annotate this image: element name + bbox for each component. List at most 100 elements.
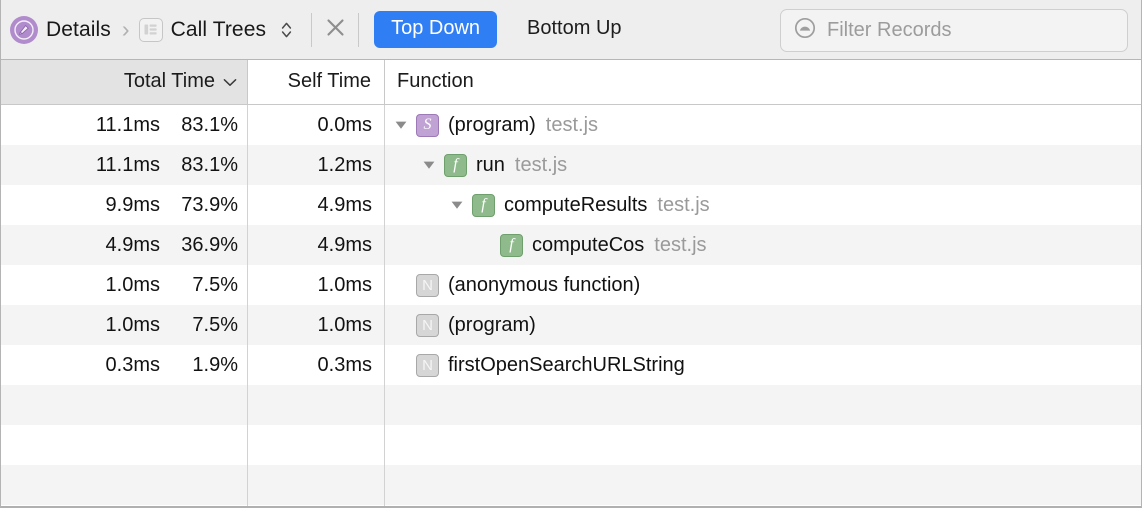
view-mode-segmented-control: Top Down Bottom Up — [374, 11, 638, 48]
filter-circle-icon[interactable] — [794, 17, 816, 44]
cell-self-time: 1.0ms — [248, 305, 385, 345]
toolbar: Details › Call Trees Top Down Bottom Up … — [1, 0, 1141, 60]
cell-self-time: 0.3ms — [248, 345, 385, 385]
total-time-percent: 83.1% — [181, 153, 238, 176]
breadcrumb-item-details[interactable]: Details — [10, 15, 111, 44]
breadcrumb-call-trees-label: Call Trees — [170, 17, 267, 41]
breadcrumb-item-call-trees[interactable]: Call Trees — [138, 17, 293, 42]
tab-top-down[interactable]: Top Down — [374, 11, 498, 48]
cell-total-time-empty — [1, 425, 248, 465]
table-row[interactable]: 4.9ms 36.9% 4.9ms f computeCos test.js — [1, 225, 1141, 265]
function-type-n-icon: N — [416, 273, 439, 297]
cell-self-time: 4.9ms — [248, 185, 385, 225]
cell-self-time-empty — [248, 385, 385, 425]
total-time-value: 11.1ms — [95, 153, 160, 176]
total-time-value: 1.0ms — [105, 273, 160, 296]
function-name: (program) — [448, 313, 536, 336]
column-header-self-time-label: Self Time — [287, 69, 371, 92]
total-time-percent: 1.9% — [192, 353, 238, 376]
column-header-self-time[interactable]: Self Time — [248, 60, 385, 104]
function-type-n-icon: N — [416, 313, 439, 337]
total-time-percent: 73.9% — [181, 193, 238, 216]
table-row[interactable]: 1.0ms 7.5% 1.0ms N (program) — [1, 305, 1141, 345]
function-type-f-icon: f — [472, 193, 495, 217]
cell-function-empty — [385, 385, 1141, 425]
cell-function: NfirstOpenSearchURLString — [385, 345, 1141, 385]
up-down-chevron-icon[interactable] — [281, 20, 292, 40]
total-time-value: 1.0ms — [105, 313, 160, 336]
breadcrumb-separator: › — [121, 16, 130, 42]
cell-total-time: 9.9ms 73.9% — [1, 185, 248, 225]
cell-self-time: 4.9ms — [248, 225, 385, 265]
cell-self-time-empty — [248, 425, 385, 465]
call-tree-table: Total Time Self Time Function 11.1ms 83.1… — [1, 60, 1141, 506]
cell-function: S (program) test.js — [385, 105, 1141, 145]
close-button[interactable] — [312, 0, 358, 60]
function-source-file: test.js — [514, 153, 568, 176]
cell-total-time-empty — [1, 385, 248, 425]
total-time-value: 4.9ms — [105, 233, 160, 256]
function-name: computeResults — [504, 193, 648, 216]
column-header-function[interactable]: Function — [385, 60, 1141, 104]
filter-records-field[interactable]: Filter Records — [780, 9, 1128, 52]
total-time-percent: 7.5% — [192, 273, 238, 296]
filter-placeholder-text: Filter Records — [827, 19, 952, 41]
disclosure-triangle-expanded-icon[interactable] — [421, 157, 437, 173]
function-name: (anonymous function) — [448, 273, 641, 296]
table-header-row: Total Time Self Time Function — [1, 60, 1141, 105]
function-type-s-icon: S — [416, 113, 439, 137]
list-layout-icon — [138, 17, 163, 42]
breadcrumb-details-label: Details — [46, 17, 111, 41]
profile-disc-icon — [10, 15, 38, 44]
table-row[interactable]: 1.0ms 7.5% 1.0ms N (anonymous function) — [1, 265, 1141, 305]
cell-self-time-empty — [248, 465, 385, 505]
cell-function-empty — [385, 465, 1141, 505]
disclosure-triangle-expanded-icon[interactable] — [393, 117, 409, 133]
column-header-total-time-label: Total Time — [123, 69, 215, 92]
table-row[interactable]: 11.1ms 83.1% 1.2ms f run test.js — [1, 145, 1141, 185]
cell-total-time: 4.9ms 36.9% — [1, 225, 248, 265]
cell-self-time: 1.2ms — [248, 145, 385, 185]
cell-self-time: 0.0ms — [248, 105, 385, 145]
function-source-file: test.js — [545, 113, 599, 136]
cell-function-empty — [385, 425, 1141, 465]
table-body: 11.1ms 83.1% 0.0ms S (program) test.js 11.1ms 8… — [1, 105, 1141, 506]
total-time-percent: 7.5% — [192, 313, 238, 336]
table-empty-row — [1, 425, 1141, 465]
column-header-function-label: Function — [397, 69, 474, 92]
table-row[interactable]: 9.9ms 73.9% 4.9ms f computeResults test.js — [1, 185, 1141, 225]
table-row[interactable]: 0.3ms 1.9% 0.3ms NfirstOpenSearchURLString — [1, 345, 1141, 385]
cell-function: f run test.js — [385, 145, 1141, 185]
cell-function: f computeCos test.js — [385, 225, 1141, 265]
total-time-value: 9.9ms — [105, 193, 160, 216]
function-type-f-icon: f — [444, 153, 467, 177]
cell-total-time-empty — [1, 465, 248, 505]
function-type-f-icon: f — [500, 233, 523, 257]
toolbar-divider-right — [358, 12, 360, 47]
table-empty-row — [1, 465, 1141, 505]
function-name: computeCos — [532, 233, 645, 256]
table-empty-row — [1, 385, 1141, 425]
cell-total-time: 1.0ms 7.5% — [1, 265, 248, 305]
cell-self-time: 1.0ms — [248, 265, 385, 305]
close-icon — [326, 18, 345, 42]
cell-total-time: 1.0ms 7.5% — [1, 305, 248, 345]
function-source-file: test.js — [657, 193, 710, 216]
cell-total-time: 11.1ms 83.1% — [1, 105, 248, 145]
cell-function: N (anonymous function) — [385, 265, 1141, 305]
function-type-n-icon: N — [416, 353, 439, 377]
total-time-value: 11.1ms — [95, 113, 160, 136]
column-header-total-time[interactable]: Total Time — [1, 60, 248, 104]
disclosure-triangle-expanded-icon[interactable] — [449, 197, 465, 213]
function-name: run — [476, 153, 505, 176]
cell-total-time: 11.1ms 83.1% — [1, 145, 248, 185]
table-row[interactable]: 11.1ms 83.1% 0.0ms S (program) test.js — [1, 105, 1141, 145]
cell-function: N (program) — [385, 305, 1141, 345]
function-source-file: test.js — [654, 233, 707, 256]
total-time-value: 0.3ms — [105, 353, 160, 376]
call-trees-panel: Details › Call Trees Top Down Bottom Up … — [0, 0, 1142, 508]
total-time-percent: 36.9% — [181, 233, 238, 256]
function-name: firstOpenSearchURLString — [448, 353, 685, 376]
tab-bottom-up[interactable]: Bottom Up — [510, 11, 638, 48]
total-time-percent: 83.1% — [181, 113, 238, 136]
